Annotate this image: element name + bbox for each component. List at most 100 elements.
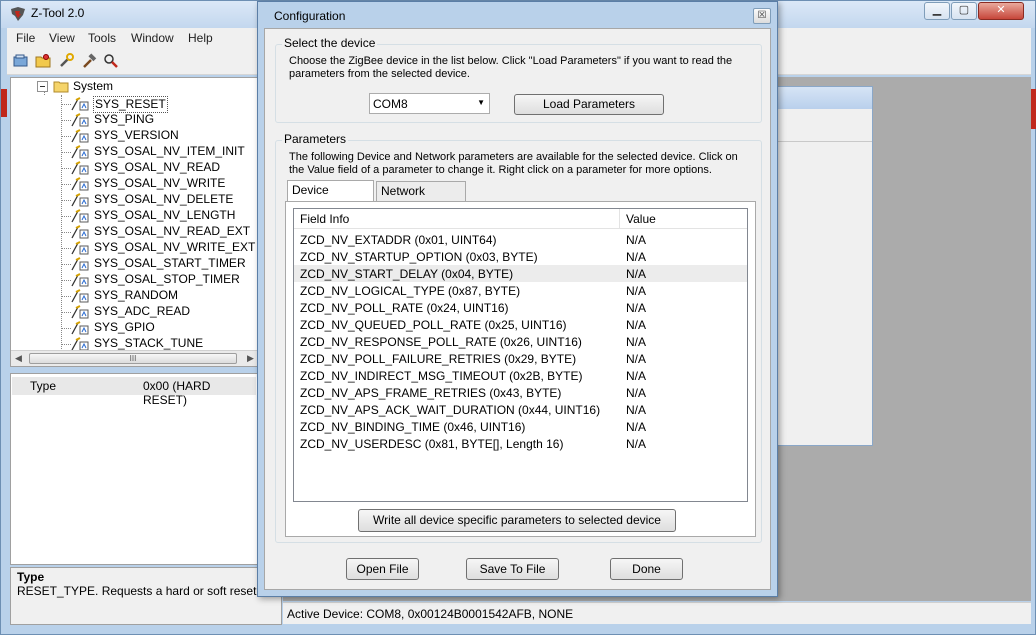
field-info-cell: ZCD_NV_STARTUP_OPTION (0x03, BYTE) xyxy=(300,250,538,264)
table-row[interactable]: ZCD_NV_RESPONSE_POLL_RATE (0x26, UINT16)… xyxy=(294,333,747,350)
com-port-select[interactable]: COM8 ▼ xyxy=(369,93,490,114)
table-row[interactable]: ZCD_NV_POLL_FAILURE_RETRIES (0x29, BYTE)… xyxy=(294,350,747,367)
value-cell[interactable]: N/A xyxy=(626,267,646,281)
save-to-file-button[interactable]: Save To File xyxy=(466,558,559,580)
value-cell[interactable]: N/A xyxy=(626,369,646,383)
close-icon: ☒ xyxy=(757,10,767,21)
select-device-legend: Select the device xyxy=(282,36,378,50)
tab-network-specific[interactable]: Network Specific xyxy=(376,181,466,216)
tree-connector xyxy=(61,344,71,345)
tree-connector xyxy=(61,280,71,281)
table-row[interactable]: ZCD_NV_INDIRECT_MSG_TIMEOUT (0x2B, BYTE)… xyxy=(294,367,747,384)
red-edge-left xyxy=(1,89,7,117)
value-cell[interactable]: N/A xyxy=(626,437,646,451)
value-cell[interactable]: N/A xyxy=(626,352,646,366)
table-row[interactable]: ZCD_NV_STARTUP_OPTION (0x03, BYTE) N/A xyxy=(294,248,747,265)
open-file-button[interactable]: Open File xyxy=(346,558,419,580)
parameters-table[interactable]: Field Info Value ZCD_NV_EXTADDR (0x01, U… xyxy=(293,208,748,502)
field-info-cell: ZCD_NV_POLL_FAILURE_RETRIES (0x29, BYTE) xyxy=(300,352,577,366)
menu-tools[interactable]: Tools xyxy=(88,31,116,45)
value-cell[interactable]: N/A xyxy=(626,301,646,315)
tree-item-label: SYS_GPIO xyxy=(94,320,155,334)
device-specific-panel: Field Info Value ZCD_NV_EXTADDR (0x01, U… xyxy=(285,201,756,537)
table-row[interactable]: ZCD_NV_LOGICAL_TYPE (0x87, BYTE) N/A xyxy=(294,282,747,299)
property-value[interactable]: 0x00 (HARD RESET) xyxy=(143,379,256,407)
column-header-field-info[interactable]: Field Info xyxy=(300,212,349,226)
command-tree[interactable]: System SYS_RESET SYS_PING SYS_VERSION SYS_O… xyxy=(10,77,258,367)
tree-item-label: SYS_OSAL_STOP_TIMER xyxy=(94,272,240,286)
table-row[interactable]: ZCD_NV_BINDING_TIME (0x46, UINT16) N/A xyxy=(294,418,747,435)
tree-item-label: SYS_OSAL_NV_WRITE xyxy=(94,176,226,190)
menu-view[interactable]: View xyxy=(49,31,75,45)
table-row[interactable]: ZCD_NV_START_DELAY (0x04, BYTE) N/A xyxy=(294,265,747,282)
write-all-parameters-button[interactable]: Write all device specific parameters to … xyxy=(358,509,676,532)
hammer-icon[interactable] xyxy=(81,53,97,69)
field-info-cell: ZCD_NV_INDIRECT_MSG_TIMEOUT (0x2B, BYTE) xyxy=(300,369,583,383)
tree-item-label: SYS_OSAL_START_TIMER xyxy=(94,256,246,270)
menu-file[interactable]: File xyxy=(16,31,35,45)
field-info-cell: ZCD_NV_APS_ACK_WAIT_DURATION (0x44, UINT… xyxy=(300,403,601,417)
folder-icon xyxy=(53,81,69,93)
value-cell[interactable]: N/A xyxy=(626,420,646,434)
scroll-right-icon[interactable]: ▶ xyxy=(247,353,254,364)
done-button[interactable]: Done xyxy=(610,558,683,580)
select-device-description: Choose the ZigBee device in the list bel… xyxy=(289,55,733,80)
command-icon xyxy=(71,337,89,351)
table-row[interactable]: ZCD_NV_USERDESC (0x81, BYTE[], Length 16… xyxy=(294,435,747,452)
folder-key-icon[interactable] xyxy=(35,53,51,69)
horizontal-scrollbar[interactable]: ◀ III ▶ xyxy=(11,350,257,366)
minimize-button[interactable]: ▁ xyxy=(924,2,950,20)
command-icon xyxy=(71,129,89,143)
value-cell[interactable]: N/A xyxy=(626,335,646,349)
command-icon xyxy=(71,241,89,255)
menu-help[interactable]: Help xyxy=(188,31,213,45)
field-info-cell: ZCD_NV_POLL_RATE (0x24, UINT16) xyxy=(300,301,509,315)
column-separator[interactable] xyxy=(619,209,620,229)
command-icon xyxy=(71,161,89,175)
chevron-down-icon: ▼ xyxy=(477,98,485,107)
table-row[interactable]: ZCD_NV_POLL_RATE (0x24, UINT16) N/A xyxy=(294,299,747,316)
open-icon[interactable] xyxy=(13,53,29,69)
dialog-title: Configuration xyxy=(274,9,346,23)
value-cell[interactable]: N/A xyxy=(626,284,646,298)
tree-item-label: SYS_OSAL_NV_DELETE xyxy=(94,192,234,206)
table-row[interactable]: ZCD_NV_EXTADDR (0x01, UINT64) N/A xyxy=(294,231,747,248)
field-info-cell: ZCD_NV_QUEUED_POLL_RATE (0x25, UINT16) xyxy=(300,318,567,332)
menu-window[interactable]: Window xyxy=(131,31,174,45)
table-row[interactable]: ZCD_NV_APS_FRAME_RETRIES (0x43, BYTE) N/A xyxy=(294,384,747,401)
com-port-value: COM8 xyxy=(373,97,408,111)
command-icon xyxy=(71,257,89,271)
field-info-cell: ZCD_NV_APS_FRAME_RETRIES (0x43, BYTE) xyxy=(300,386,562,400)
collapse-icon[interactable] xyxy=(37,81,48,92)
tree-item-label: SYS_STACK_TUNE xyxy=(94,336,204,350)
help-panel: Type RESET_TYPE. Requests a hard or soft… xyxy=(10,567,282,625)
configuration-dialog: Configuration ☒ Select the device Choose… xyxy=(257,1,778,597)
scroll-thumb[interactable]: III xyxy=(29,353,237,364)
search-person-icon[interactable] xyxy=(103,53,119,69)
tree-connector xyxy=(61,312,71,313)
table-row[interactable]: ZCD_NV_APS_ACK_WAIT_DURATION (0x44, UINT… xyxy=(294,401,747,418)
property-row[interactable]: Type 0x00 (HARD RESET) xyxy=(12,377,256,407)
help-title: Type xyxy=(17,570,45,584)
value-cell[interactable]: N/A xyxy=(626,318,646,332)
dialog-close-button[interactable]: ☒ xyxy=(753,8,771,24)
tree-item-label: SYS_OSAL_NV_READ xyxy=(94,160,221,174)
column-header-value[interactable]: Value xyxy=(626,212,656,226)
maximize-button[interactable]: ▢ xyxy=(951,2,977,20)
field-info-cell: ZCD_NV_EXTADDR (0x01, UINT64) xyxy=(300,233,497,247)
value-cell[interactable]: N/A xyxy=(626,403,646,417)
close-button[interactable]: ✕ xyxy=(978,2,1024,20)
value-cell[interactable]: N/A xyxy=(626,250,646,264)
tree-connector xyxy=(61,168,71,169)
tab-device-specific[interactable]: Device Specific xyxy=(287,180,374,215)
help-text: RESET_TYPE. Requests a hard or soft rese… xyxy=(17,584,260,598)
table-row[interactable]: ZCD_NV_QUEUED_POLL_RATE (0x25, UINT16) N/… xyxy=(294,316,747,333)
status-text: Active Device: COM8, 0x00124B0001542AFB,… xyxy=(287,607,574,621)
status-bar: Active Device: COM8, 0x00124B0001542AFB,… xyxy=(283,602,1031,624)
load-parameters-button[interactable]: Load Parameters xyxy=(514,94,664,115)
tools-icon[interactable] xyxy=(59,53,75,69)
value-cell[interactable]: N/A xyxy=(626,386,646,400)
command-icon xyxy=(71,113,89,127)
value-cell[interactable]: N/A xyxy=(626,233,646,247)
scroll-left-icon[interactable]: ◀ xyxy=(15,353,22,364)
